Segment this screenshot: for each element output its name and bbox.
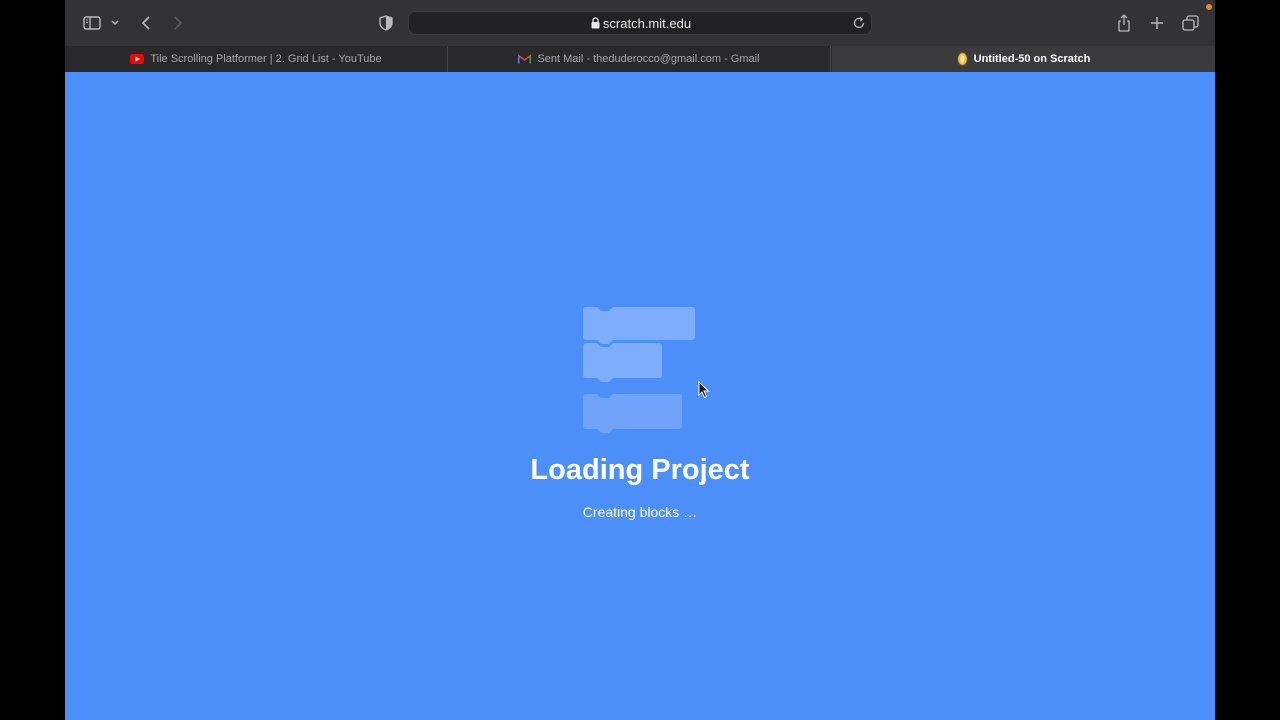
tab-title: Untitled-50 on Scratch — [973, 53, 1091, 65]
scratch-loader: Loading Project Creating blocks … — [65, 72, 1215, 720]
tab-gmail[interactable]: Sent Mail - theduderocco@gmail.com - Gma… — [448, 46, 831, 72]
tab-title: Tile Scrolling Platformer | 2. Grid List… — [150, 53, 382, 65]
url-text: scratch.mit.edu — [602, 16, 692, 31]
browser-window: scratch.mit.edu Tile Scrolling Platforme… — [65, 0, 1215, 720]
mouse-cursor-icon — [698, 381, 710, 399]
loading-status: Creating blocks … — [582, 504, 698, 520]
reload-icon — [853, 16, 865, 29]
loading-blocks-icon — [583, 307, 695, 433]
tab-youtube[interactable]: Tile Scrolling Platformer | 2. Grid List… — [65, 46, 448, 72]
privacy-report-button[interactable] — [377, 11, 395, 35]
forward-button[interactable] — [170, 11, 186, 35]
share-icon — [1118, 14, 1130, 32]
tab-title: Sent Mail - theduderocco@gmail.com - Gma… — [537, 53, 760, 65]
scratch-icon — [957, 52, 968, 66]
chevron-left-icon — [141, 16, 150, 30]
plus-icon — [1151, 17, 1163, 29]
chevron-down-icon — [111, 20, 119, 26]
shield-icon — [379, 15, 393, 31]
reload-button[interactable] — [852, 16, 866, 35]
back-button[interactable] — [138, 11, 154, 35]
new-tab-button[interactable] — [1148, 11, 1166, 35]
browser-toolbar: scratch.mit.edu — [65, 0, 1215, 46]
tab-bar: Tile Scrolling Platformer | 2. Grid List… — [65, 46, 1215, 72]
tab-scratch[interactable]: Untitled-50 on Scratch — [832, 46, 1215, 72]
tab-group-menu-button[interactable] — [109, 11, 121, 35]
loading-title: Loading Project — [530, 454, 750, 486]
youtube-icon — [130, 54, 145, 64]
share-button[interactable] — [1115, 11, 1133, 35]
address-bar[interactable]: scratch.mit.edu — [408, 11, 872, 35]
chevron-right-icon — [174, 16, 183, 30]
tab-overview-icon — [1181, 15, 1199, 31]
sidebar-toggle-button[interactable] — [82, 11, 102, 35]
sidebar-icon — [83, 16, 101, 30]
gmail-icon — [518, 54, 532, 64]
notification-dot — [1206, 4, 1212, 10]
tab-overview-button[interactable] — [1181, 11, 1199, 35]
